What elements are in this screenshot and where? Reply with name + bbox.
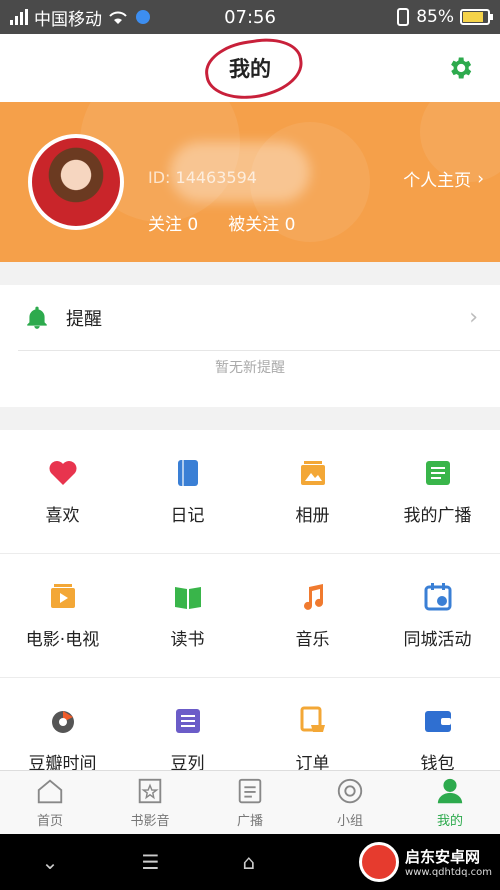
grid-item[interactable]: 相册 xyxy=(250,430,375,553)
book-icon xyxy=(174,587,201,609)
movie-tv-icon xyxy=(50,584,75,608)
tab-label: 广播 xyxy=(236,814,263,829)
watermark-url: www.qdhtdq.com xyxy=(405,867,492,878)
group-icon xyxy=(337,778,363,804)
douban-time-icon xyxy=(51,711,74,733)
following-count[interactable]: 关注 0 xyxy=(148,210,198,235)
grid-item[interactable]: 日记 xyxy=(125,430,250,553)
grid-item[interactable]: 音乐 xyxy=(250,554,375,677)
tab-label: 我的 xyxy=(436,814,463,829)
music-icon xyxy=(303,584,323,610)
heart-icon xyxy=(49,461,76,485)
grid-item[interactable]: 豆瓣时间 xyxy=(0,678,125,770)
profile-icon xyxy=(437,778,463,804)
homepage-link[interactable]: 个人主页 › xyxy=(403,166,484,192)
bottom-tab-bar: 首页 书影音 广播 小组 我的 xyxy=(0,770,500,834)
order-icon xyxy=(300,706,325,732)
grid-item-label: 电影·电视 xyxy=(25,630,100,650)
page-header: 我的 xyxy=(0,33,500,105)
grid-item[interactable]: 同城活动 xyxy=(375,554,500,677)
grid-item-label: 豆瓣时间 xyxy=(28,754,97,770)
tab-label: 书影音 xyxy=(130,814,170,829)
grid-item-label: 日记 xyxy=(170,506,205,526)
user-id: ID: 14463594 xyxy=(148,168,257,187)
chevron-right-icon: › xyxy=(477,168,484,189)
tab-item[interactable]: 小组 xyxy=(300,771,400,834)
grid-item-label: 我的广播 xyxy=(403,506,472,526)
grid-item[interactable]: 电影·电视 xyxy=(0,554,125,677)
followers-count[interactable]: 被关注 0 xyxy=(228,210,295,235)
avatar[interactable] xyxy=(28,134,124,230)
feature-grid: 喜欢 日记 相册 我的广播电影·电视 读书 音乐 同城活动豆瓣时间 豆列 订单 钱包 xyxy=(0,430,500,770)
battery-icon xyxy=(460,9,493,25)
grid-item-label: 订单 xyxy=(295,754,330,770)
grid-row: 电影·电视 读书 音乐 同城活动 xyxy=(0,554,500,678)
album-icon xyxy=(300,461,325,485)
wallet-icon xyxy=(424,711,451,732)
event-icon xyxy=(424,583,451,611)
reminder-empty-text: 暂无新提醒 xyxy=(215,360,285,376)
wifi-icon xyxy=(109,11,127,24)
grid-item-label: 钱包 xyxy=(420,754,455,770)
grid-item-label: 音乐 xyxy=(295,630,330,650)
grid-item-label: 喜欢 xyxy=(45,506,80,526)
watermark: 启东安卓网 www.qdhtdq.com xyxy=(359,842,492,882)
list-icon xyxy=(175,709,200,733)
grid-item[interactable]: 喜欢 xyxy=(0,430,125,553)
home-icon xyxy=(37,779,63,804)
reminder-row[interactable]: 提醒 › xyxy=(18,285,500,351)
home-button-icon[interactable]: ⌂ xyxy=(243,850,256,874)
watermark-logo xyxy=(359,842,400,882)
signal-icon xyxy=(10,9,28,25)
diary-icon xyxy=(177,460,198,486)
grid-item[interactable]: 我的广播 xyxy=(375,430,500,553)
app-notification-icon xyxy=(136,10,150,24)
grid-item[interactable]: 豆列 xyxy=(125,678,250,770)
carrier-name: 中国移动 xyxy=(34,9,102,30)
status-bar: 中国移动 07:56 85% xyxy=(0,0,500,34)
chevron-right-icon: › xyxy=(469,305,478,330)
grid-item[interactable]: 读书 xyxy=(125,554,250,677)
tab-item[interactable]: 我的 xyxy=(400,771,500,834)
grid-item[interactable]: 订单 xyxy=(250,678,375,770)
tab-item[interactable]: 广播 xyxy=(200,771,300,834)
grid-item-label: 读书 xyxy=(170,630,205,650)
grid-item[interactable]: 钱包 xyxy=(375,678,500,770)
tab-label: 小组 xyxy=(336,814,363,829)
reminder-label: 提醒 xyxy=(66,308,102,330)
watermark-title: 启东安卓网 xyxy=(405,848,481,866)
broadcast-icon xyxy=(425,461,450,485)
homepage-label: 个人主页 xyxy=(403,171,472,191)
profile-card[interactable]: ID: 14463594 个人主页 › 关注 0 被关注 0 xyxy=(0,102,500,262)
grid-item-label: 相册 xyxy=(295,506,330,526)
bell-icon xyxy=(27,306,47,329)
broadcast-tab-icon xyxy=(238,778,262,804)
menu-icon[interactable]: ☰ xyxy=(141,850,159,874)
reminder-card: 提醒 › 暂无新提醒 xyxy=(0,285,500,407)
tab-item[interactable]: 首页 xyxy=(0,771,100,834)
red-circle-annotation xyxy=(201,33,307,105)
chevron-down-icon[interactable]: ⌄ xyxy=(42,850,59,874)
tab-label: 首页 xyxy=(36,814,63,829)
vibrate-icon xyxy=(397,8,410,26)
tab-item[interactable]: 书影音 xyxy=(100,771,200,834)
grid-row: 喜欢 日记 相册 我的广播 xyxy=(0,430,500,554)
grid-item-label: 豆列 xyxy=(170,754,205,770)
gear-icon[interactable] xyxy=(446,54,474,82)
battery-percent: 85% xyxy=(416,7,454,27)
media-icon xyxy=(138,778,162,804)
grid-item-label: 同城活动 xyxy=(403,630,472,650)
grid-row: 豆瓣时间 豆列 订单 钱包 xyxy=(0,678,500,770)
